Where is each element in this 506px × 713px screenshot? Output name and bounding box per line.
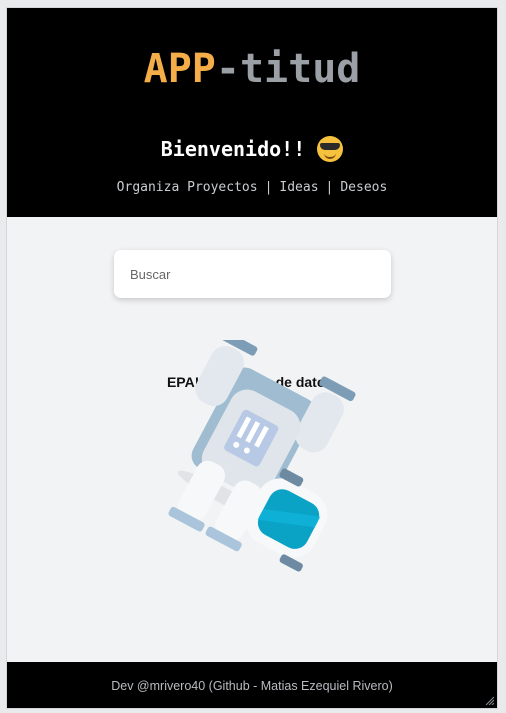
footer-credit: Dev @mrivero40 (Github - Matias Ezequiel… <box>111 679 393 693</box>
nav-link-organiza-proyectos[interactable]: Organiza Proyectos <box>117 180 258 195</box>
nav-separator: | <box>325 180 334 195</box>
logo-part-titud: -titud <box>215 46 361 92</box>
app-header: APP-titud Bienvenido!! Organiza Proyecto… <box>7 8 497 217</box>
smiling-face-with-sunglasses-icon <box>317 136 344 162</box>
welcome-heading: Bienvenido!! <box>7 136 497 162</box>
nav-link-deseos[interactable]: Deseos <box>340 180 387 195</box>
app-footer: Dev @mrivero40 (Github - Matias Ezequiel… <box>7 662 497 708</box>
main-nav: Organiza Proyectos | Ideas | Deseos <box>7 180 497 195</box>
app-logo: APP-titud <box>7 46 497 92</box>
floating-astronaut-icon <box>168 340 356 572</box>
nav-link-ideas[interactable]: Ideas <box>279 180 318 195</box>
app-window: APP-titud Bienvenido!! Organiza Proyecto… <box>7 8 497 708</box>
search-input[interactable] <box>114 250 380 298</box>
resize-grip-icon[interactable] <box>484 695 494 705</box>
nav-separator: | <box>264 180 273 195</box>
logo-part-app: APP <box>143 46 216 92</box>
search-box <box>114 250 391 298</box>
welcome-text: Bienvenido!! <box>160 137 306 161</box>
